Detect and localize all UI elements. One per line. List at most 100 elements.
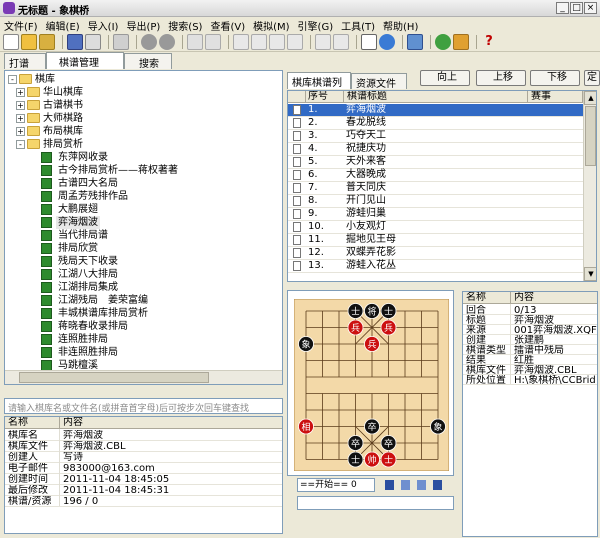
up-level-button[interactable]: 向上 (420, 70, 470, 86)
tab-game-list[interactable]: 棋库棋谱列表 (287, 72, 351, 104)
chess-piece[interactable]: 帅 (364, 451, 380, 468)
prev-move-icon[interactable] (401, 480, 410, 490)
grid-header[interactable]: 序号 (306, 91, 344, 103)
branch-icon[interactable] (333, 34, 349, 50)
locate-button[interactable]: 定 (584, 70, 600, 86)
move-down-button[interactable]: 下移 (530, 70, 580, 86)
board-icon[interactable] (361, 34, 377, 50)
redo-icon[interactable] (205, 34, 221, 50)
maximize-button[interactable]: □ (570, 2, 583, 14)
copy-icon[interactable] (251, 34, 267, 50)
chess-piece[interactable]: 士 (380, 303, 397, 319)
game-row[interactable]: 9. 游蛙归巢 (288, 208, 596, 220)
comment-box[interactable] (297, 496, 454, 510)
clear-icon[interactable] (287, 34, 303, 50)
export-icon[interactable] (453, 34, 469, 50)
grid-header[interactable]: 内容 (511, 292, 597, 304)
game-row[interactable]: 6. 大器晚成 (288, 169, 596, 181)
grid-header[interactable]: 棋谱标题 (344, 91, 528, 103)
game-row[interactable]: 7. 普天同庆 (288, 182, 596, 194)
tab-play[interactable]: 打谱 (4, 53, 46, 70)
chess-piece[interactable]: 兵 (380, 319, 397, 336)
tree-leaf[interactable]: 残局天下收录 (56, 255, 120, 268)
tree-leaf[interactable]: 连照胜排局 (56, 333, 110, 346)
chess-piece[interactable]: 卒 (347, 435, 364, 451)
refresh-icon[interactable] (435, 34, 451, 50)
next-move-icon[interactable] (417, 480, 426, 490)
tree-leaf[interactable]: 江湖残局 姜荣富编 (56, 294, 150, 307)
gamelist-vscroll[interactable]: ▲ ▼ (583, 91, 596, 281)
grid-header[interactable]: 名称 (5, 417, 60, 429)
move-up-button[interactable]: 上移 (476, 70, 526, 86)
tree-leaf[interactable]: 古谱四大名局 (56, 177, 120, 190)
save-icon[interactable] (67, 34, 83, 50)
game-row[interactable]: 2. 春龙脱线 (288, 117, 596, 129)
play-icon[interactable] (379, 34, 395, 50)
back-icon[interactable] (141, 34, 157, 50)
move-select[interactable]: ==开始== 0 (297, 478, 375, 492)
chess-piece[interactable]: 兵 (364, 336, 380, 352)
grid-header[interactable]: 名称 (463, 292, 511, 304)
tree-leaf[interactable]: 丰城棋谱库排局赏析 (56, 307, 150, 320)
first-move-icon[interactable] (385, 480, 394, 490)
chess-board[interactable]: 士将士兵 兵兵象相 卒卒 卒象士帅士 (294, 299, 449, 471)
expand-toggle[interactable]: + (16, 127, 25, 136)
game-row[interactable]: 11. 掘地见王母 (288, 234, 596, 246)
scroll-down-icon[interactable]: ▼ (584, 267, 596, 281)
tree-leaf[interactable]: 江湖八大排局 (56, 268, 120, 281)
tab-library-manager[interactable]: 棋谱管理 (46, 52, 124, 69)
tree-hscroll[interactable] (5, 370, 282, 384)
tree-leaf[interactable]: 江湖排局集成 (56, 281, 120, 294)
print-icon[interactable] (85, 34, 101, 50)
tree-leaf[interactable]: 蒋晓春收录排局 (56, 320, 130, 333)
game-row[interactable]: 3. 巧夺天工 (288, 130, 596, 142)
grid-header[interactable] (288, 91, 306, 103)
open-folder-icon[interactable] (39, 34, 55, 50)
tree-root[interactable]: 棋库 (35, 73, 55, 86)
chess-piece[interactable]: 将 (364, 303, 380, 319)
chess-piece[interactable]: 卒 (380, 435, 397, 451)
chess-piece[interactable]: 士 (347, 303, 364, 319)
delete-icon[interactable] (113, 34, 129, 50)
tree-item[interactable]: 古谱棋书 (43, 99, 83, 112)
tree-leaf[interactable]: 大鹏展翅 (56, 203, 100, 216)
scroll-thumb[interactable] (585, 106, 596, 166)
expand-toggle[interactable]: + (16, 88, 25, 97)
chess-piece[interactable]: 士 (380, 451, 397, 468)
cut-icon[interactable] (233, 34, 249, 50)
paste-icon[interactable] (269, 34, 285, 50)
tab-search[interactable]: 搜索 (124, 53, 172, 70)
last-move-icon[interactable] (433, 480, 442, 490)
game-row[interactable]: 4. 祝捷庆功 (288, 143, 596, 155)
tree-item[interactable]: 大师棋路 (43, 112, 83, 125)
chess-piece[interactable]: 象 (298, 336, 314, 352)
tree-item[interactable]: 华山棋库 (43, 86, 83, 99)
library-icon[interactable] (407, 34, 423, 50)
tree-leaf[interactable]: 排局欣赏 (56, 242, 100, 255)
tree-leaf[interactable]: 周孟芳残排作品 (56, 190, 130, 203)
tree-leaf[interactable]: 古今排局赏析——蒋权著著 (56, 164, 180, 177)
scroll-thumb[interactable] (19, 372, 209, 383)
expand-toggle[interactable]: + (16, 101, 25, 110)
scroll-up-icon[interactable]: ▲ (584, 91, 596, 105)
game-row[interactable]: 8. 开门见山 (288, 195, 596, 207)
chess-piece[interactable]: 兵 (347, 319, 364, 336)
game-row[interactable]: 13. 游蛙入花丛 (288, 260, 596, 272)
tree-leaf[interactable]: 弈海烟波 (56, 216, 100, 229)
grid-header[interactable]: 赛事 (528, 91, 583, 103)
new-icon[interactable] (3, 34, 19, 50)
grid-header[interactable]: 内容 (60, 417, 282, 429)
game-row[interactable]: 12. 双蝶弄花影 (288, 247, 596, 259)
library-search-input[interactable]: 请输入棋库名或文件名(或拼音首字母)后可按步次回车键查找 (4, 398, 283, 414)
expand-toggle[interactable]: - (8, 75, 17, 84)
expand-toggle[interactable]: - (16, 140, 25, 149)
undo-icon[interactable] (187, 34, 203, 50)
minimize-button[interactable]: _ (556, 2, 569, 14)
tree-item[interactable]: 排局赏析 (43, 138, 83, 151)
open-icon[interactable] (21, 34, 37, 50)
help-icon[interactable]: ? (481, 34, 497, 50)
game-row[interactable]: 5. 天外来客 (288, 156, 596, 168)
chess-piece[interactable]: 象 (430, 418, 446, 435)
tree-leaf[interactable]: 非连照胜排局 (56, 346, 120, 359)
tree-item[interactable]: 布局棋库 (43, 125, 83, 138)
